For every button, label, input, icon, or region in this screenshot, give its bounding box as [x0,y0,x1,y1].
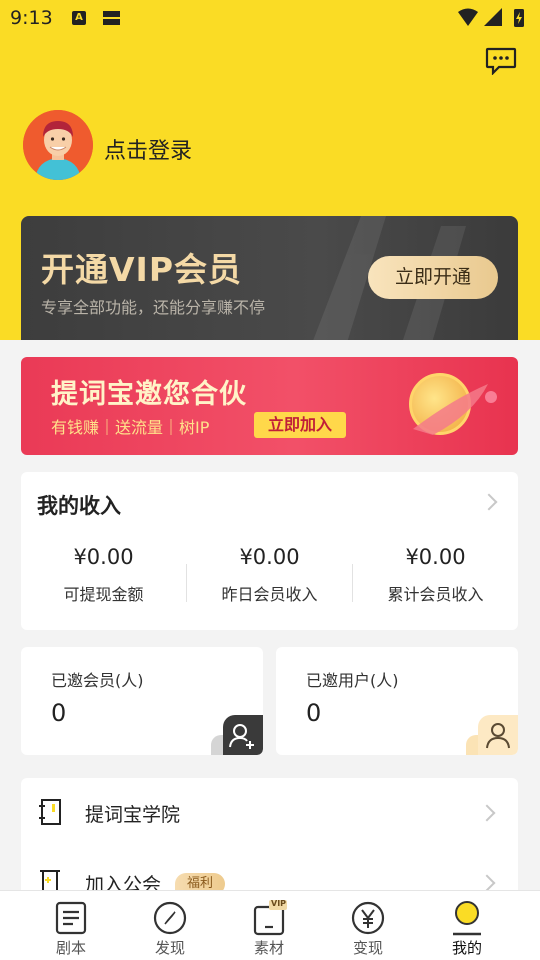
status-time: 9:13 [10,7,53,29]
partner-banner[interactable]: 提词宝邀您合伙 有钱赚｜送流量｜树IP 立即加入 [21,357,518,455]
partner-join-button[interactable]: 立即加入 [254,412,347,438]
income-title: 我的收入 [37,494,121,518]
message-icon[interactable] [485,47,517,75]
tab-monetize[interactable]: 变现 [318,891,418,960]
invited-users-card[interactable]: 已邀用户(人) 0 [276,647,518,755]
chevron-right-icon [478,804,496,822]
ribbon-decoration [413,384,497,435]
income-withdrawable[interactable]: ¥0.00 可提现金额 [21,545,186,605]
partner-tags: 有钱赚｜送流量｜树IP [51,418,210,437]
status-icons [458,8,524,27]
status-bar: 9:13 A [0,0,540,36]
chevron-right-icon[interactable] [480,493,498,511]
tab-script[interactable]: 剧本 [21,891,121,960]
avatar[interactable] [23,110,93,180]
vip-open-button[interactable]: 立即开通 [368,256,498,299]
stat-value: 0 [51,699,67,727]
tab-mine[interactable]: 我的 [417,891,517,960]
partner-title: 提词宝邀您合伙 [51,379,247,410]
vip-subtitle: 专享全部功能，还能分享赚不停 [41,298,266,317]
tab-label: 我的 [451,939,482,957]
script-icon [55,901,87,935]
notification-storage-icon [103,11,120,25]
login-link[interactable]: 点击登录 [104,133,192,165]
tab-label: 剧本 [55,939,86,957]
profile-icon [453,901,481,936]
vip-title: 开通VIP会员 [41,250,243,289]
academy-book-icon [39,799,61,825]
signal-icon [484,8,502,26]
tab-label: 素材 [253,939,284,957]
income-label: 累计会员收入 [387,585,484,604]
bottom-tab-bar: 剧本 发现 VIP 素材 变现 我的 [0,890,540,960]
income-yesterday[interactable]: ¥0.00 昨日会员收入 [187,545,352,605]
vip-card[interactable]: 开通VIP会员 专享全部功能，还能分享赚不停 立即开通 [21,216,518,340]
notification-a-icon: A [72,11,86,25]
income-total[interactable]: ¥0.00 累计会员收入 [353,545,518,605]
wifi-icon [458,8,478,26]
income-label: 昨日会员收入 [221,585,318,604]
tab-label: 发现 [154,939,185,957]
stat-label: 已邀会员(人) [51,671,144,690]
user-icon [478,715,518,755]
tab-label: 变现 [352,939,383,957]
vip-badge: VIP [271,899,287,908]
menu-label: 提词宝学院 [85,804,181,826]
add-member-icon [223,715,263,755]
tab-discover[interactable]: 发现 [120,891,220,960]
income-card[interactable]: 我的收入 ¥0.00 可提现金额 ¥0.00 昨日会员收入 ¥0.00 累计会员… [21,472,518,630]
stat-label: 已邀用户(人) [306,671,399,690]
chevron-right-icon [478,874,496,892]
income-value: ¥0.00 [239,545,300,569]
income-label: 可提现金额 [63,585,144,604]
stat-value: 0 [306,699,322,727]
income-value: ¥0.00 [73,545,134,569]
menu-list: 提词宝学院 加入公会 福利 [21,778,518,898]
tab-material[interactable]: VIP 素材 [219,891,319,960]
income-value: ¥0.00 [405,545,466,569]
yen-coin-icon [351,901,385,935]
compass-icon [153,901,187,935]
invited-members-card[interactable]: 已邀会员(人) 0 [21,647,263,755]
menu-item-academy[interactable]: 提词宝学院 [21,778,518,846]
